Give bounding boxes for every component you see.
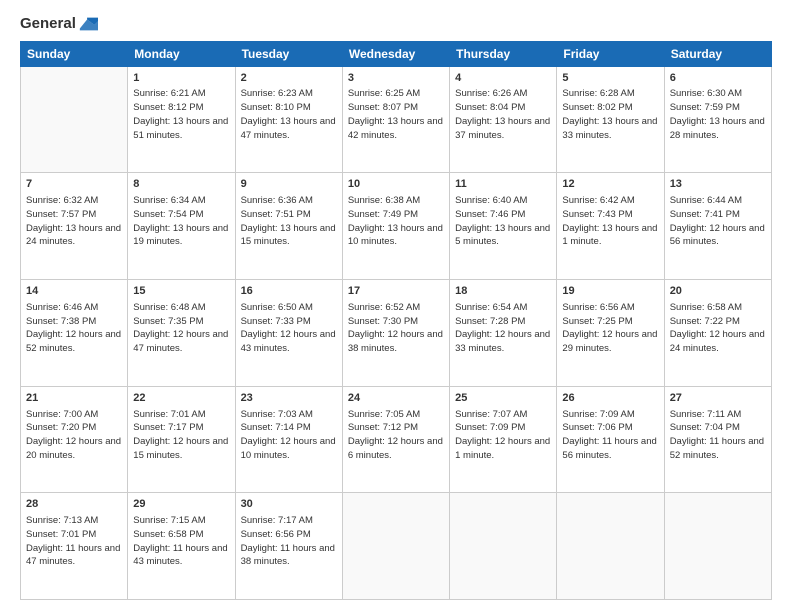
day-cell: 5Sunrise: 6:28 AMSunset: 8:02 PMDaylight… — [557, 66, 664, 173]
weekday-header-friday: Friday — [557, 41, 664, 66]
day-number: 16 — [241, 284, 337, 300]
weekday-header-thursday: Thursday — [450, 41, 557, 66]
day-number: 25 — [455, 391, 551, 407]
day-number: 14 — [26, 284, 122, 300]
day-cell — [21, 66, 128, 173]
week-row-3: 14Sunrise: 6:46 AMSunset: 7:38 PMDayligh… — [21, 279, 772, 386]
day-cell: 25Sunrise: 7:07 AMSunset: 7:09 PMDayligh… — [450, 386, 557, 493]
weekday-header-wednesday: Wednesday — [342, 41, 449, 66]
weekday-header-row: SundayMondayTuesdayWednesdayThursdayFrid… — [21, 41, 772, 66]
day-cell: 20Sunrise: 6:58 AMSunset: 7:22 PMDayligh… — [664, 279, 771, 386]
day-cell: 15Sunrise: 6:48 AMSunset: 7:35 PMDayligh… — [128, 279, 235, 386]
day-number: 18 — [455, 284, 551, 300]
week-row-1: 1Sunrise: 6:21 AMSunset: 8:12 PMDaylight… — [21, 66, 772, 173]
day-cell: 30Sunrise: 7:17 AMSunset: 6:56 PMDayligh… — [235, 493, 342, 600]
logo: General — [20, 16, 98, 33]
day-cell: 1Sunrise: 6:21 AMSunset: 8:12 PMDaylight… — [128, 66, 235, 173]
day-number: 30 — [241, 497, 337, 513]
day-cell: 10Sunrise: 6:38 AMSunset: 7:49 PMDayligh… — [342, 173, 449, 280]
day-number: 15 — [133, 284, 229, 300]
day-cell: 29Sunrise: 7:15 AMSunset: 6:58 PMDayligh… — [128, 493, 235, 600]
day-cell: 21Sunrise: 7:00 AMSunset: 7:20 PMDayligh… — [21, 386, 128, 493]
day-number: 1 — [133, 71, 229, 87]
day-number: 13 — [670, 177, 766, 193]
day-cell: 12Sunrise: 6:42 AMSunset: 7:43 PMDayligh… — [557, 173, 664, 280]
day-number: 8 — [133, 177, 229, 193]
day-number: 22 — [133, 391, 229, 407]
day-number: 24 — [348, 391, 444, 407]
logo-general: General — [20, 16, 76, 33]
day-cell: 24Sunrise: 7:05 AMSunset: 7:12 PMDayligh… — [342, 386, 449, 493]
day-number: 3 — [348, 71, 444, 87]
day-cell — [342, 493, 449, 600]
weekday-header-tuesday: Tuesday — [235, 41, 342, 66]
day-cell — [664, 493, 771, 600]
day-cell — [557, 493, 664, 600]
week-row-4: 21Sunrise: 7:00 AMSunset: 7:20 PMDayligh… — [21, 386, 772, 493]
day-cell: 18Sunrise: 6:54 AMSunset: 7:28 PMDayligh… — [450, 279, 557, 386]
weekday-header-saturday: Saturday — [664, 41, 771, 66]
day-number: 6 — [670, 71, 766, 87]
day-cell — [450, 493, 557, 600]
day-cell: 8Sunrise: 6:34 AMSunset: 7:54 PMDaylight… — [128, 173, 235, 280]
day-number: 21 — [26, 391, 122, 407]
day-cell: 26Sunrise: 7:09 AMSunset: 7:06 PMDayligh… — [557, 386, 664, 493]
day-cell: 14Sunrise: 6:46 AMSunset: 7:38 PMDayligh… — [21, 279, 128, 386]
day-cell: 3Sunrise: 6:25 AMSunset: 8:07 PMDaylight… — [342, 66, 449, 173]
day-number: 28 — [26, 497, 122, 513]
day-cell: 19Sunrise: 6:56 AMSunset: 7:25 PMDayligh… — [557, 279, 664, 386]
calendar-page: General SundayMondayTuesdayWednesdayThur… — [0, 0, 792, 612]
day-number: 12 — [562, 177, 658, 193]
calendar-table: SundayMondayTuesdayWednesdayThursdayFrid… — [20, 41, 772, 601]
day-number: 2 — [241, 71, 337, 87]
logo-icon — [78, 17, 98, 31]
day-cell: 7Sunrise: 6:32 AMSunset: 7:57 PMDaylight… — [21, 173, 128, 280]
day-cell: 6Sunrise: 6:30 AMSunset: 7:59 PMDaylight… — [664, 66, 771, 173]
day-number: 19 — [562, 284, 658, 300]
day-number: 4 — [455, 71, 551, 87]
day-cell: 28Sunrise: 7:13 AMSunset: 7:01 PMDayligh… — [21, 493, 128, 600]
day-number: 27 — [670, 391, 766, 407]
day-number: 17 — [348, 284, 444, 300]
day-number: 20 — [670, 284, 766, 300]
day-number: 26 — [562, 391, 658, 407]
weekday-header-monday: Monday — [128, 41, 235, 66]
day-cell: 16Sunrise: 6:50 AMSunset: 7:33 PMDayligh… — [235, 279, 342, 386]
day-cell: 27Sunrise: 7:11 AMSunset: 7:04 PMDayligh… — [664, 386, 771, 493]
day-number: 23 — [241, 391, 337, 407]
day-cell: 11Sunrise: 6:40 AMSunset: 7:46 PMDayligh… — [450, 173, 557, 280]
day-cell: 22Sunrise: 7:01 AMSunset: 7:17 PMDayligh… — [128, 386, 235, 493]
day-number: 5 — [562, 71, 658, 87]
day-cell: 23Sunrise: 7:03 AMSunset: 7:14 PMDayligh… — [235, 386, 342, 493]
day-cell: 4Sunrise: 6:26 AMSunset: 8:04 PMDaylight… — [450, 66, 557, 173]
day-number: 7 — [26, 177, 122, 193]
day-number: 11 — [455, 177, 551, 193]
day-cell: 17Sunrise: 6:52 AMSunset: 7:30 PMDayligh… — [342, 279, 449, 386]
weekday-header-sunday: Sunday — [21, 41, 128, 66]
day-number: 9 — [241, 177, 337, 193]
week-row-5: 28Sunrise: 7:13 AMSunset: 7:01 PMDayligh… — [21, 493, 772, 600]
day-cell: 13Sunrise: 6:44 AMSunset: 7:41 PMDayligh… — [664, 173, 771, 280]
week-row-2: 7Sunrise: 6:32 AMSunset: 7:57 PMDaylight… — [21, 173, 772, 280]
day-number: 10 — [348, 177, 444, 193]
day-number: 29 — [133, 497, 229, 513]
day-cell: 9Sunrise: 6:36 AMSunset: 7:51 PMDaylight… — [235, 173, 342, 280]
header: General — [20, 16, 772, 33]
day-cell: 2Sunrise: 6:23 AMSunset: 8:10 PMDaylight… — [235, 66, 342, 173]
